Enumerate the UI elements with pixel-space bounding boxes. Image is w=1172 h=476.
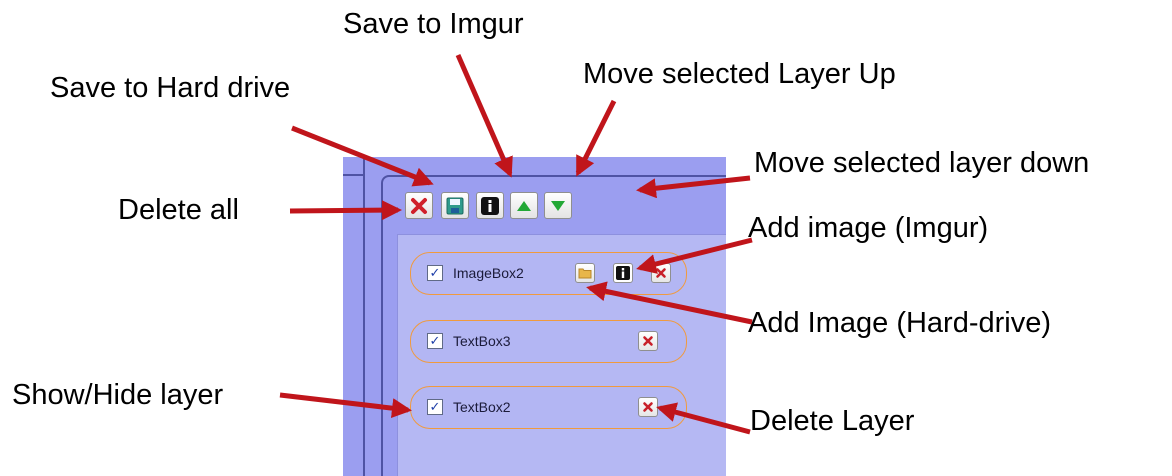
red-x-icon [411,197,427,214]
save-hard-drive-button[interactable] [441,192,469,219]
callout-delete-all: Delete all [118,194,239,226]
imgur-i-icon [481,196,499,215]
layer-label: TextBox3 [453,333,511,349]
green-down-triangle-icon [551,200,565,211]
layer-row-imagebox2[interactable]: ✓ ImageBox2 [410,252,687,295]
callout-delete-layer: Delete Layer [750,405,915,437]
delete-layer-button[interactable] [638,331,658,351]
floppy-disk-icon [446,197,464,214]
callout-add-image-hd: Add Image (Hard-drive) [748,307,1051,339]
add-image-hard-drive-button[interactable] [575,263,595,283]
show-hide-checkbox[interactable]: ✓ [427,333,443,349]
callout-show-hide: Show/Hide layer [12,379,224,411]
layer-row-textbox3[interactable]: ✓ TextBox3 [410,320,687,363]
delete-layer-button[interactable] [638,397,658,417]
move-layer-down-button[interactable] [544,192,572,219]
layers-panel: ✓ ImageBox2 ✓ TextBox3 ✓ TextBox2 [343,157,726,476]
callout-add-image-imgur: Add image (Imgur) [748,212,989,244]
red-x-icon [656,268,666,278]
add-image-imgur-button[interactable] [613,263,633,283]
move-layer-up-button[interactable] [510,192,538,219]
panel-strip-divider [343,174,365,176]
delete-all-button[interactable] [405,192,433,219]
layer-label: TextBox2 [453,399,511,415]
green-up-triangle-icon [517,200,531,211]
callout-save-hard-drive: Save to Hard drive [50,72,291,104]
folder-icon [578,268,592,279]
callout-move-up: Move selected Layer Up [583,58,896,90]
layer-row-textbox2[interactable]: ✓ TextBox2 [410,386,687,429]
callout-move-down: Move selected layer down [754,147,1090,179]
red-x-icon [643,402,653,412]
layers-list: ✓ ImageBox2 ✓ TextBox3 ✓ TextBox2 [397,234,726,476]
show-hide-checkbox[interactable]: ✓ [427,265,443,281]
layer-label: ImageBox2 [453,265,524,281]
save-imgur-button[interactable] [476,192,504,219]
imgur-i-icon [616,266,630,280]
delete-layer-button[interactable] [651,263,671,283]
red-x-icon [643,336,653,346]
callout-save-imgur: Save to Imgur [343,8,524,40]
show-hide-checkbox[interactable]: ✓ [427,399,443,415]
panel-left-strip [343,157,365,476]
